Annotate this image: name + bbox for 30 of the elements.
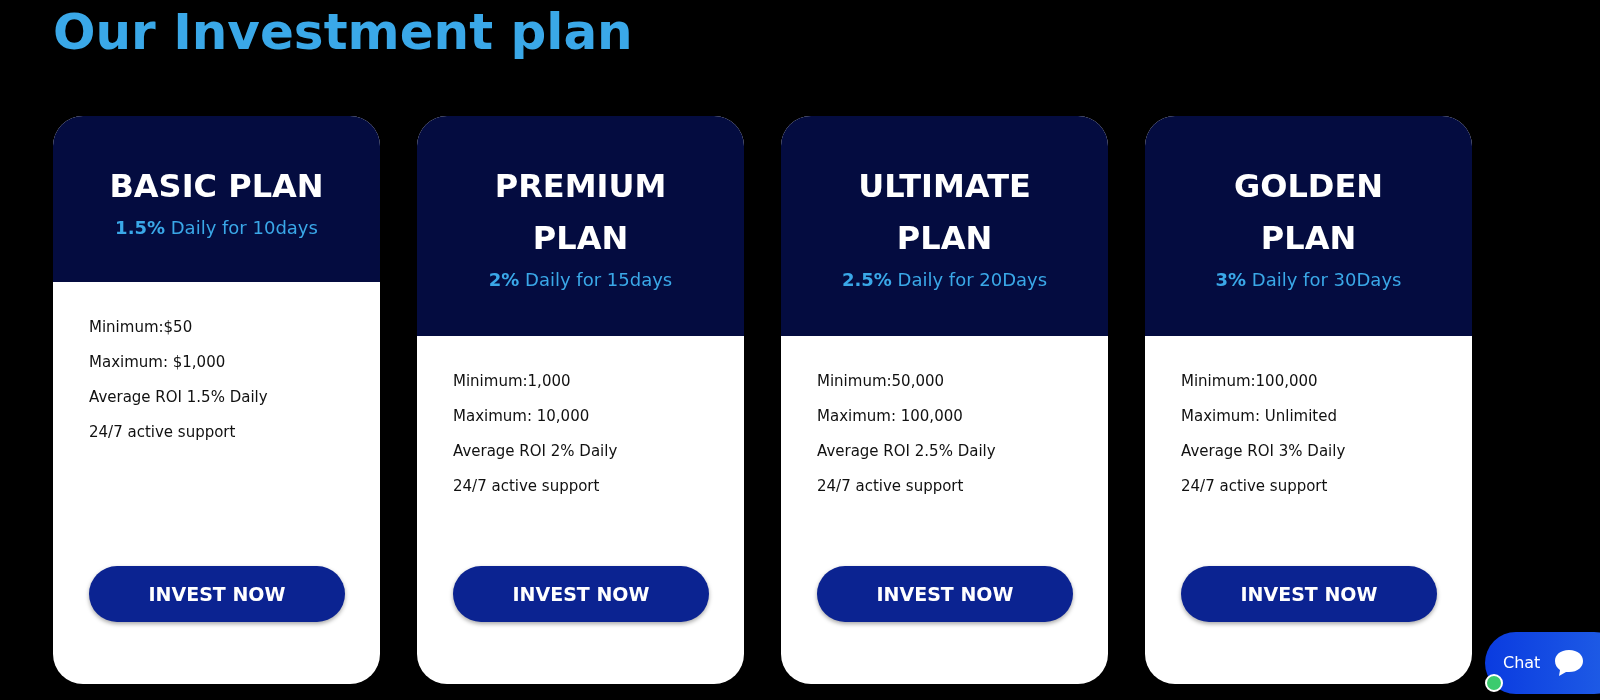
plan-feature: Minimum:100,000 <box>1181 371 1319 392</box>
plan-title: BASIC PLAN <box>108 166 325 207</box>
plan-feature: Minimum:1,000 <box>453 371 572 392</box>
invest-button[interactable]: INVEST NOW <box>89 566 345 622</box>
plan-feature: Average ROI 2% Daily <box>453 441 619 462</box>
plan-feature: 24/7 active support <box>1181 476 1329 497</box>
plan-feature: 24/7 active support <box>817 476 965 497</box>
plan-title: GOLDEN PLAN <box>1232 166 1385 259</box>
invest-button[interactable]: INVEST NOW <box>1181 566 1437 622</box>
plan-title: PREMIUM PLAN <box>493 166 668 259</box>
invest-button[interactable]: INVEST NOW <box>817 566 1073 622</box>
plan-feature: Maximum: 10,000 <box>453 406 591 427</box>
plan-feature: Minimum:$50 <box>89 317 194 338</box>
plan-rate: 2.5% Daily for 20Days <box>840 268 1049 292</box>
plan-feature: Average ROI 1.5% Daily <box>89 387 269 408</box>
plan-rate: 2% Daily for 15days <box>487 268 674 292</box>
plan-feature: Maximum: Unlimited <box>1181 406 1338 427</box>
chat-button[interactable]: Chat <box>1485 632 1600 694</box>
plan-feature: Maximum: $1,000 <box>89 352 227 373</box>
invest-button[interactable]: INVEST NOW <box>453 566 709 622</box>
plan-title: ULTIMATE PLAN <box>857 166 1032 259</box>
plan-feature: 24/7 active support <box>89 422 237 443</box>
plan-feature: Maximum: 100,000 <box>817 406 964 427</box>
section-heading: Our Investment plan <box>53 2 634 63</box>
plan-feature: Minimum:50,000 <box>817 371 946 392</box>
plan-feature: Average ROI 3% Daily <box>1181 441 1347 462</box>
plan-feature: 24/7 active support <box>453 476 601 497</box>
plan-feature: Average ROI 2.5% Daily <box>817 441 997 462</box>
plan-rate: 3% Daily for 30Days <box>1214 268 1403 292</box>
plan-rate: 1.5% Daily for 10days <box>114 216 319 240</box>
